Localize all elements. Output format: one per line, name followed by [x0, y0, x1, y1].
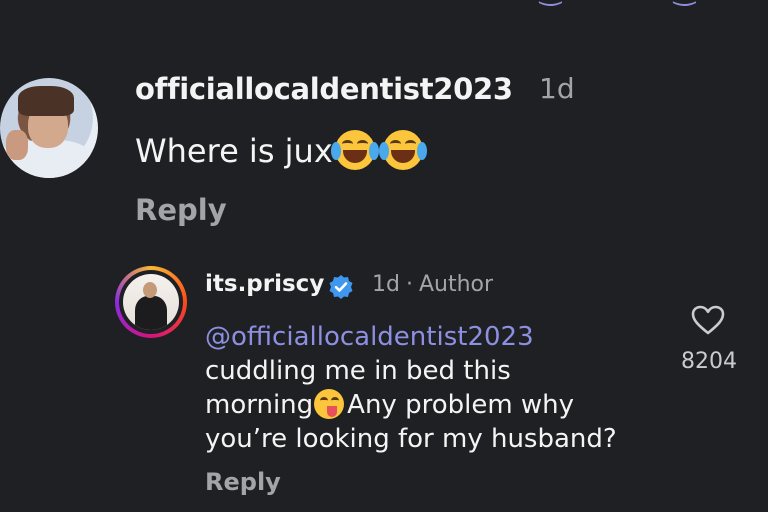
author-avatar-story-ring[interactable]	[115, 266, 187, 338]
savoring-food-emoji-icon	[313, 389, 347, 419]
reply-button[interactable]: Reply	[135, 193, 227, 227]
tears-of-joy-emoji-icon	[378, 130, 427, 170]
commenter-username[interactable]: officiallocaldentist2023	[135, 72, 513, 106]
reply-line-2-end: Any problem why	[347, 390, 575, 420]
comments-screen: ⌐ ‿ ‿ officiallocaldentist2023 1d Where …	[0, 0, 768, 512]
commenter-avatar[interactable]	[0, 78, 98, 178]
reply-text: @officiallocaldentist2023 cuddling me in…	[205, 320, 675, 456]
reply-line-1: cuddling me in bed this	[205, 356, 511, 386]
reply-timestamp: 1d	[372, 272, 400, 297]
comment-text: Where is jux	[135, 130, 429, 170]
reply-button-second[interactable]: Reply	[205, 468, 281, 496]
previous-content-cutoff: ⌐ ‿ ‿	[0, 0, 768, 6]
comment-timestamp: 1d	[539, 72, 575, 105]
reply-line-3: you’re looking for my husband?	[205, 424, 617, 454]
author-label: Author	[418, 272, 494, 297]
meta-separator: ·	[405, 272, 413, 297]
reply-meta: 1d · Author	[372, 272, 493, 297]
like-count: 8204	[681, 349, 737, 374]
heart-icon	[691, 305, 725, 335]
reply-line-2: morning Any problem why	[205, 388, 675, 422]
reply-line-2-start: morning	[205, 390, 314, 420]
author-avatar	[123, 274, 179, 330]
mention-link[interactable]: @officiallocaldentist2023	[205, 320, 675, 354]
like-button[interactable]	[690, 304, 726, 336]
verified-badge-icon	[329, 275, 353, 299]
author-username[interactable]: its.priscy	[205, 271, 324, 297]
comment-body: Where is jux	[135, 132, 333, 170]
tears-of-joy-emoji-icon	[330, 130, 379, 170]
